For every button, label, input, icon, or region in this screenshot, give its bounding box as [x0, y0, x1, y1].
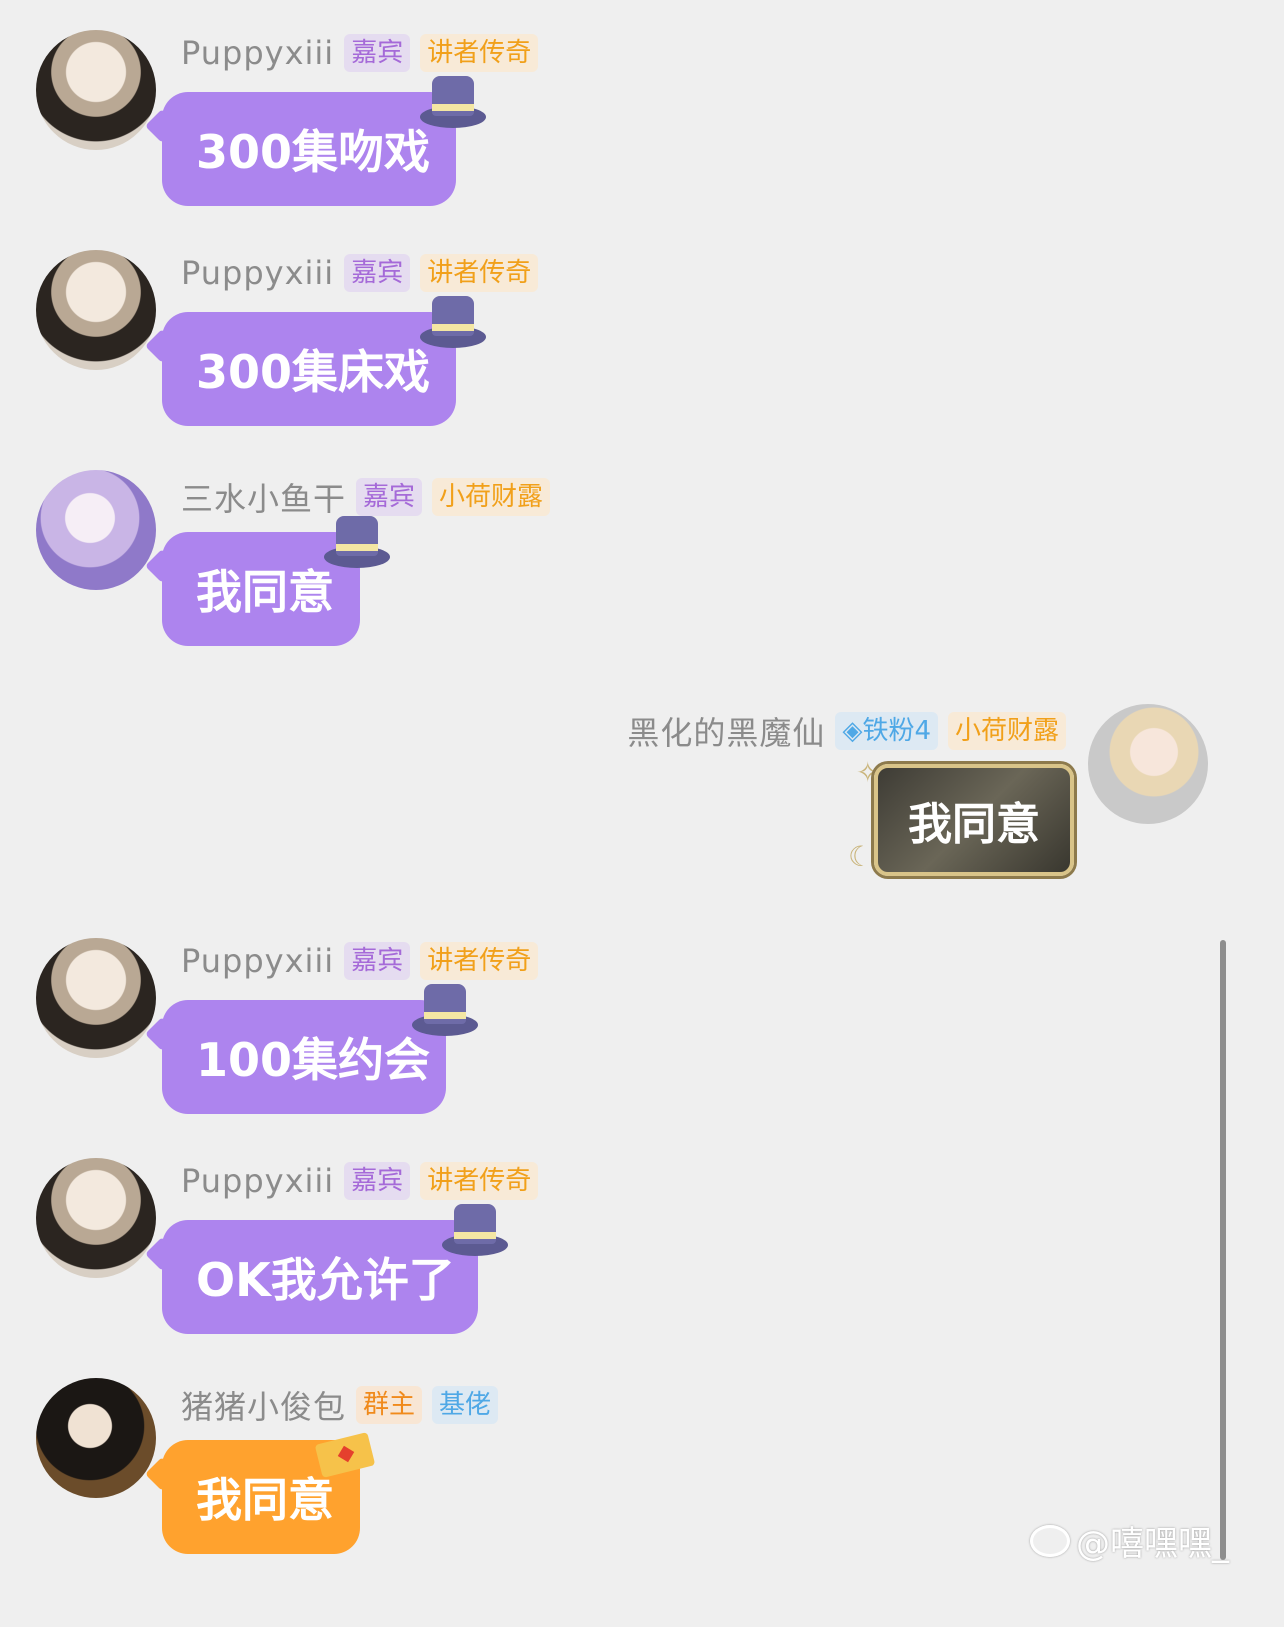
role-badge: 嘉宾 [344, 942, 411, 980]
honor-badge: 讲者传奇 [420, 34, 539, 72]
honor-badge: 讲者传奇 [420, 254, 539, 292]
role-badge: 嘉宾 [344, 1162, 411, 1200]
avatar[interactable] [36, 1378, 156, 1498]
message-text: 300集吻戏 [196, 125, 431, 179]
sender-name[interactable]: Puppyxiii [181, 34, 334, 72]
honor-badge: 讲者传奇 [420, 1162, 539, 1200]
avatar[interactable] [1088, 704, 1208, 824]
message-text: 我同意 [908, 799, 1040, 850]
fan-badge: ◈铁粉4 [835, 712, 938, 750]
honor-badge: 讲者传奇 [420, 942, 539, 980]
avatar[interactable] [36, 30, 156, 150]
message-bubble-framed[interactable]: 我同意 [874, 764, 1074, 876]
diamond-icon: ◈ [842, 716, 863, 746]
honor-badge: 小荷财露 [947, 712, 1066, 750]
message-header: 三水小鱼干 嘉宾 小荷财露 [181, 474, 551, 520]
message-header: Puppyxiii 嘉宾 讲者传奇 [181, 254, 539, 292]
message-bubble[interactable]: 100集约会 [162, 1000, 446, 1114]
top-hat-icon [324, 516, 390, 572]
top-hat-icon [420, 76, 486, 132]
scrollbar[interactable] [1220, 940, 1226, 1560]
sender-name[interactable]: 三水小鱼干 [181, 474, 346, 520]
crown-icon [314, 1418, 376, 1479]
weibo-icon [1030, 1524, 1070, 1557]
top-hat-icon [412, 984, 478, 1040]
sender-name[interactable]: Puppyxiii [181, 254, 334, 292]
moon-icon: ☾ [848, 840, 874, 873]
fan-badge-label: 铁粉4 [862, 716, 931, 746]
sender-name[interactable]: 黑化的黑魔仙 [627, 708, 825, 754]
top-hat-icon [420, 296, 486, 352]
role-badge: 嘉宾 [344, 34, 411, 72]
avatar[interactable] [36, 470, 156, 590]
watermark-text: @嘻嘿嘿_ [1076, 1524, 1229, 1564]
message-header: Puppyxiii 嘉宾 讲者传奇 [181, 1162, 539, 1200]
role-badge: 嘉宾 [356, 478, 423, 516]
message-text: 300集床戏 [196, 345, 431, 399]
avatar[interactable] [36, 250, 156, 370]
message-text: 100集约会 [196, 1033, 431, 1087]
honor-badge: 小荷财露 [432, 478, 551, 516]
sender-name[interactable]: Puppyxiii [181, 942, 334, 980]
message-bubble[interactable]: OK我允许了 [162, 1220, 478, 1334]
role-badge: 嘉宾 [344, 254, 411, 292]
avatar[interactable] [36, 1158, 156, 1278]
avatar[interactable] [36, 938, 156, 1058]
message-header: Puppyxiii 嘉宾 讲者传奇 [181, 34, 539, 72]
sender-name[interactable]: Puppyxiii [181, 1162, 334, 1200]
message-text: 我同意 [196, 565, 334, 619]
watermark: @嘻嘿嘿_ [1030, 1516, 1229, 1565]
message-text: OK我允许了 [196, 1253, 455, 1307]
message-bubble[interactable]: 300集床戏 [162, 312, 456, 426]
message-header: 黑化的黑魔仙 ◈铁粉4 小荷财露 [627, 708, 1066, 754]
message-bubble[interactable]: 300集吻戏 [162, 92, 456, 206]
custom-badge: 基佬 [432, 1386, 499, 1424]
message-header: Puppyxiii 嘉宾 讲者传奇 [181, 942, 539, 980]
top-hat-icon [442, 1204, 508, 1260]
